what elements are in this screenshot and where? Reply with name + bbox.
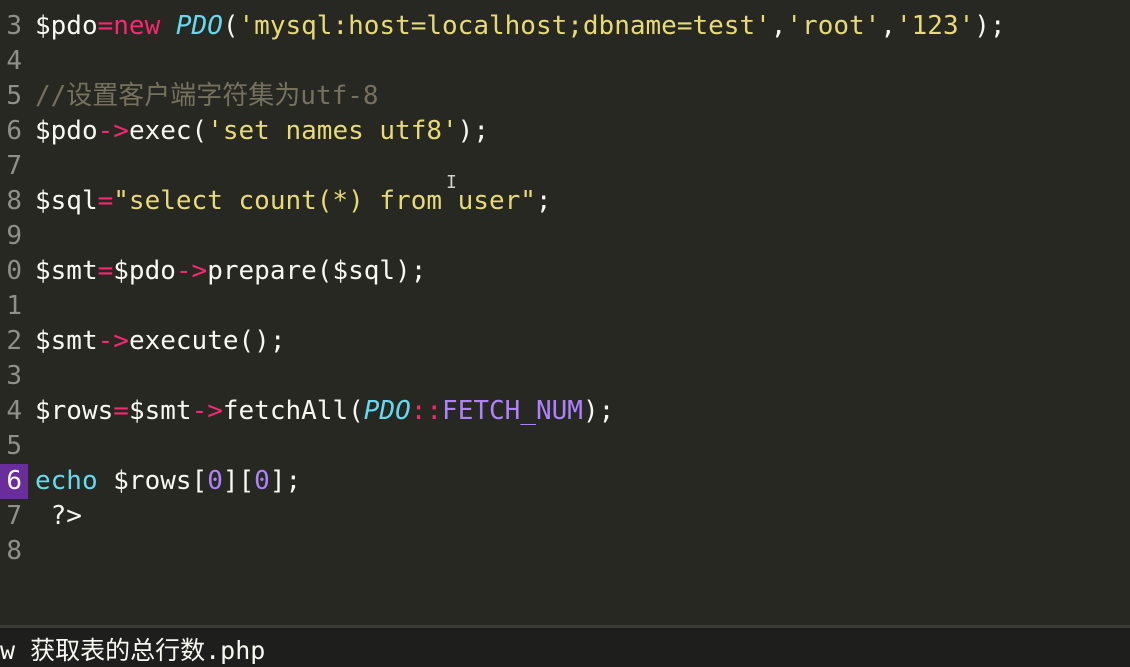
code-token: = (97, 256, 114, 286)
file-name-label: w 获取表的总行数.php (0, 636, 266, 665)
code-token: 'set names utf8' (207, 116, 458, 146)
code-token: prepare($sql); (207, 256, 427, 286)
code-line[interactable]: 6 echo $rows[0][0]; (0, 464, 1130, 499)
code-text[interactable]: $rows=$smt->fetchAll(PDO::FETCH_NUM); (35, 394, 614, 429)
code-text[interactable]: $pdo->exec('set names utf8'); (35, 114, 489, 149)
code-token: , (770, 11, 787, 41)
code-line[interactable]: 0 $smt=$pdo->prepare($sql); (0, 254, 1130, 289)
line-number: 6 (0, 464, 28, 499)
code-token: 0 (207, 466, 223, 496)
line-number: 5 (6, 81, 22, 111)
code-token: -> (191, 396, 223, 426)
code-text[interactable]: //设置客户端字符集为utf-8 (35, 79, 379, 114)
code-token: new (113, 11, 161, 41)
status-bar: w 获取表的总行数.php (0, 628, 1130, 667)
code-line[interactable]: 7 ?> (0, 499, 1130, 534)
line-number: 4 (6, 46, 22, 76)
code-text[interactable]: ?> (35, 499, 82, 534)
code-text[interactable]: $smt=$pdo->prepare($sql); (35, 254, 426, 289)
code-token: fetchAll( (222, 396, 364, 426)
code-line[interactable]: 8 $sql="select count(*) from user"; (0, 184, 1130, 219)
code-line[interactable]: 9 (0, 219, 1130, 254)
code-token: $smt (35, 256, 98, 286)
code-token: exec( (128, 116, 208, 146)
code-token: $sql (35, 186, 98, 216)
code-text[interactable]: $smt->execute(); (35, 324, 285, 359)
line-number: 8 (6, 536, 22, 566)
code-token: -> (97, 116, 129, 146)
text-cursor-icon: I (446, 172, 457, 193)
code-token: echo (35, 466, 98, 496)
line-number: 4 (6, 396, 22, 426)
line-number: 1 (6, 291, 22, 321)
code-token: ( (222, 11, 239, 41)
code-token: ); (582, 396, 615, 426)
code-token: 0 (254, 466, 270, 496)
line-number: 7 (6, 151, 22, 181)
code-token: $rows[ (97, 466, 208, 496)
line-number: 6 (6, 116, 22, 146)
code-token: 'mysql:host=localhost;dbname=test' (238, 11, 771, 41)
code-token: ]; (269, 466, 302, 496)
code-line[interactable]: 1 (0, 289, 1130, 324)
line-number: 3 (6, 11, 22, 41)
code-token: $pdo (35, 11, 98, 41)
code-token: -> (175, 256, 208, 286)
code-line[interactable]: 7 (0, 149, 1130, 184)
code-token: ?> (35, 501, 82, 531)
code-text[interactable]: $pdo=new PDO('mysql:host=localhost;dbnam… (35, 9, 1006, 44)
code-token: $smt (35, 326, 98, 356)
code-token: ; (535, 186, 552, 216)
code-text[interactable]: echo $rows[0][0]; (35, 464, 301, 499)
code-text[interactable]: $sql="select count(*) from user"; (35, 184, 552, 219)
code-token: $pdo (35, 116, 98, 146)
code-line[interactable]: 6 $pdo->exec('set names utf8'); (0, 114, 1130, 149)
code-token: :: (410, 396, 443, 426)
code-token: execute(); (128, 326, 286, 356)
code-token: PDO (363, 396, 411, 426)
code-token: FETCH_NUM (442, 396, 583, 426)
code-line[interactable]: 2 $smt->execute(); (0, 324, 1130, 359)
code-token: ][ (222, 466, 255, 496)
code-token: $rows (35, 396, 114, 426)
code-line[interactable]: 4 (0, 44, 1130, 79)
code-token: '123' (895, 11, 975, 41)
line-number: 9 (6, 221, 22, 251)
code-token: //设置客户端字符集为utf-8 (35, 81, 379, 111)
line-number: 3 (6, 361, 22, 391)
line-number: 7 (6, 501, 22, 531)
code-token: = (113, 396, 129, 426)
code-line[interactable]: 3 $pdo=new PDO('mysql:host=localhost;dbna… (0, 9, 1130, 44)
code-token: "select count(*) from user" (113, 186, 536, 216)
code-token: , (880, 11, 896, 41)
code-line[interactable]: 8 (0, 534, 1130, 569)
code-token: -> (97, 326, 129, 356)
code-token: = (97, 186, 114, 216)
line-number: 5 (6, 431, 22, 461)
code-line[interactable]: 4 $rows=$smt->fetchAll(PDO::FETCH_NUM); (0, 394, 1130, 429)
code-token: 'root' (786, 11, 881, 41)
code-line[interactable]: 3 (0, 359, 1130, 394)
code-token: $pdo (113, 256, 176, 286)
code-token: $smt (128, 396, 192, 426)
code-token: ); (457, 116, 489, 146)
line-number: 2 (6, 326, 22, 356)
code-editor[interactable]: 3 $pdo=new PDO('mysql:host=localhost;dbna… (0, 0, 1130, 625)
code-line[interactable]: 5 (0, 429, 1130, 464)
code-line[interactable]: 5 //设置客户端字符集为utf-8 (0, 79, 1130, 114)
code-token: PDO (175, 11, 223, 41)
line-number: 0 (6, 256, 22, 286)
code-token: = (97, 11, 114, 41)
code-token: ); (974, 11, 1006, 41)
line-number: 8 (6, 186, 22, 216)
